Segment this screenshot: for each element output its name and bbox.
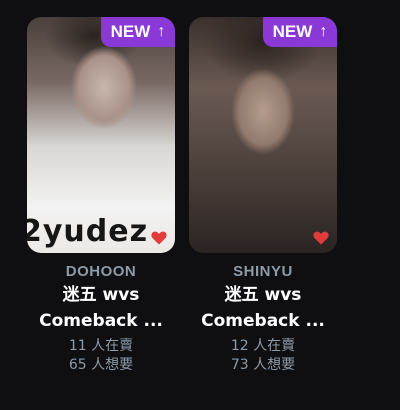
wanting-count: 73 人想要 <box>230 357 296 373</box>
arrow-up-icon: ↑ <box>319 23 328 40</box>
product-title-line2[interactable]: Comeback ... <box>189 309 337 333</box>
member-name: DOHOON <box>65 263 137 280</box>
selling-count: 11 人在賣 <box>68 338 134 354</box>
product-title-line2[interactable]: Comeback ... <box>27 309 175 333</box>
new-badge: NEW ↑ <box>101 17 175 47</box>
new-badge-label: NEW <box>272 22 313 41</box>
product-card[interactable]: NEW ↑ SHINYU 迷五 wvs Comeback ... 12 人在賣 … <box>189 17 337 375</box>
new-badge-label: NEW <box>110 22 151 41</box>
arrow-up-icon: ↑ <box>157 23 166 40</box>
heart-icon[interactable] <box>313 231 329 245</box>
wanting-count: 65 人想要 <box>68 357 134 373</box>
heart-icon[interactable] <box>151 231 167 245</box>
product-title-line1[interactable]: 迷五 wvs <box>189 283 337 307</box>
member-name: SHINYU <box>233 263 293 280</box>
selling-count: 12 人在賣 <box>230 338 296 354</box>
new-badge: NEW ↑ <box>263 17 337 47</box>
product-card[interactable]: 2yudez NEW ↑ DOHOON 迷五 wvs Comeback ... … <box>27 17 175 375</box>
product-photo[interactable]: NEW ↑ <box>189 17 337 253</box>
product-photo[interactable]: 2yudez NEW ↑ <box>27 17 175 253</box>
product-title-line1[interactable]: 迷五 wvs <box>27 283 175 307</box>
product-grid: 2yudez NEW ↑ DOHOON 迷五 wvs Comeback ... … <box>0 0 400 410</box>
photo-caption: 2yudez <box>27 214 149 249</box>
